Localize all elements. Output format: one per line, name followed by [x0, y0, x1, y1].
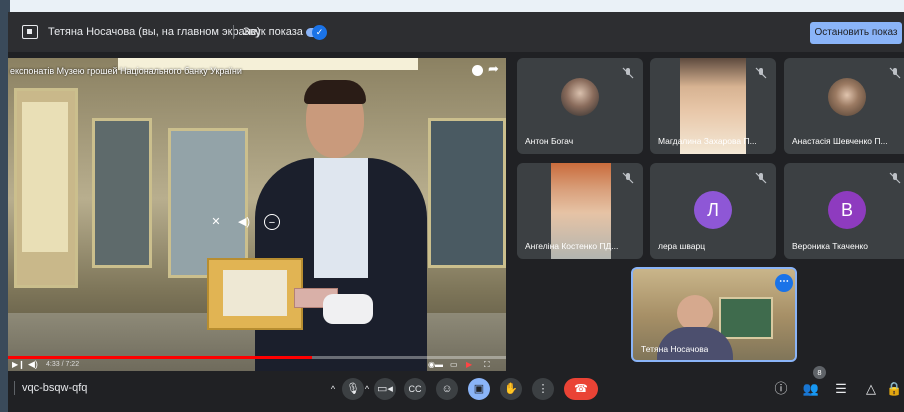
video-presenter-shirt — [314, 158, 368, 278]
mic-settings-caret[interactable]: ^ — [326, 378, 340, 400]
camera-feed-face — [677, 295, 713, 331]
people-icon[interactable]: 👥 — [800, 378, 822, 400]
shared-video[interactable]: експонатів Музею грошей Національного ба… — [8, 58, 506, 371]
video-progress-fill — [8, 356, 312, 359]
stop-presenting-button[interactable]: Остановить показ — [810, 22, 902, 44]
mic-off-icon — [622, 67, 634, 79]
self-view-tile[interactable]: Тетяна Носачова — [631, 267, 797, 362]
mic-off-icon — [889, 67, 901, 79]
more-options-icon[interactable]: ⋯ — [775, 274, 793, 292]
volume-icon[interactable]: ◀) — [236, 214, 252, 230]
sound-label: Звук показа — [243, 26, 303, 38]
presenting-bar: Тетяна Носачова (вы, на главном экране) … — [8, 12, 904, 52]
camera-feed-board — [719, 297, 773, 339]
camera-button[interactable]: ▭◂ — [374, 378, 396, 400]
info-icon[interactable]: ⓘ — [770, 378, 792, 400]
chat-icon[interactable]: ☰ — [830, 378, 852, 400]
present-screen-icon — [22, 25, 38, 39]
participant-name: Анастасія Шевченко П... — [792, 136, 888, 146]
video-display-case — [168, 128, 248, 278]
video-time: 4:33 / 7:22 — [46, 361, 80, 368]
more-options-button[interactable]: ⋮ — [532, 378, 554, 400]
video-glove — [323, 294, 373, 324]
emoji-icon: ☺ — [441, 383, 453, 395]
end-call-icon: ☎ — [574, 383, 588, 395]
volume-icon[interactable]: ◀) — [28, 359, 38, 370]
participant-name: лера шварц — [658, 241, 706, 251]
meeting-code: vqc-bsqw-qfq — [22, 382, 88, 394]
mic-off-icon — [755, 67, 767, 79]
check-icon[interactable]: ✓ — [312, 25, 327, 40]
activities-icon[interactable]: △ — [860, 378, 882, 400]
emoji-button[interactable]: ☺ — [436, 378, 458, 400]
participant-name: Антон Богач — [525, 136, 574, 146]
presenter-name: Тетяна Носачова (вы, на главном экране) — [48, 26, 261, 38]
participant-name: Ангеліна Костенко ПД... — [525, 241, 619, 251]
pin-off-icon[interactable]: ✕ — [208, 214, 224, 230]
shared-tab-controls: ✕ ◀) − — [208, 214, 280, 230]
participant-tile[interactable]: Ангеліна Костенко ПД... — [517, 163, 643, 259]
lock-icon[interactable]: 🔒 — [886, 378, 902, 400]
present-now-icon: ▣ — [473, 383, 485, 395]
camera-settings-caret[interactable]: ^ — [360, 378, 374, 400]
subtitles-icon[interactable]: ▭ — [450, 360, 458, 369]
end-call-button[interactable]: ☎ — [564, 378, 598, 400]
people-count-badge: 8 — [813, 366, 826, 379]
video-display-case — [92, 118, 152, 268]
screen: Тетяна Носачова (вы, на главном экране) … — [0, 0, 904, 412]
participant-tile[interactable]: Антон Богач — [517, 58, 643, 154]
raise-hand-button[interactable]: ✋ — [500, 378, 522, 400]
video-display-light — [22, 102, 68, 252]
youtube-logo-icon[interactable]: ▶ — [466, 360, 472, 369]
mic-off-icon — [889, 172, 901, 184]
more-options-icon: ⋮ — [537, 383, 549, 395]
present-now-button[interactable]: ▣ — [468, 378, 490, 400]
google-meet-window: Тетяна Носачова (вы, на главном экране) … — [8, 12, 904, 412]
video-display-case — [428, 118, 506, 268]
avatar: В — [828, 191, 866, 229]
share-icon[interactable]: ➦ — [488, 61, 499, 77]
participant-tile[interactable]: Л лера шварц — [650, 163, 776, 259]
remove-icon[interactable]: − — [264, 214, 280, 230]
watch-later-icon[interactable] — [472, 65, 483, 76]
avatar — [561, 78, 599, 116]
raise-hand-icon: ✋ — [504, 383, 518, 395]
avatar — [828, 78, 866, 116]
captions-icon: CC — [408, 384, 422, 394]
video-presenter-hair — [304, 80, 366, 104]
participant-name: Магдалина Захарова П... — [658, 136, 757, 146]
fullscreen-icon[interactable]: ⛶ — [484, 360, 490, 370]
play-pause-icon[interactable]: ▶❙ — [12, 360, 25, 369]
mic-icon: 🎙 — [346, 383, 360, 395]
mic-off-icon — [755, 172, 767, 184]
avatar: Л — [694, 191, 732, 229]
camera-icon: ▭◂ — [377, 383, 393, 395]
video-banknote — [223, 270, 287, 316]
video-title[interactable]: експонатів Музею грошей Національного ба… — [10, 66, 242, 76]
divider — [233, 25, 234, 39]
participant-tile[interactable]: В Вероника Ткаченко — [784, 163, 904, 259]
participant-tile[interactable]: Анастасія Шевченко П... — [784, 58, 904, 154]
captions-button[interactable]: CC — [404, 378, 426, 400]
participant-tile[interactable]: Магдалина Захарова П... — [650, 58, 776, 154]
autoplay-icon[interactable]: ◉▬ — [428, 360, 443, 369]
mic-off-icon — [622, 172, 634, 184]
divider — [14, 381, 15, 395]
participant-name: Вероника Ткаченко — [792, 241, 868, 251]
participant-name: Тетяна Носачова — [641, 344, 709, 354]
